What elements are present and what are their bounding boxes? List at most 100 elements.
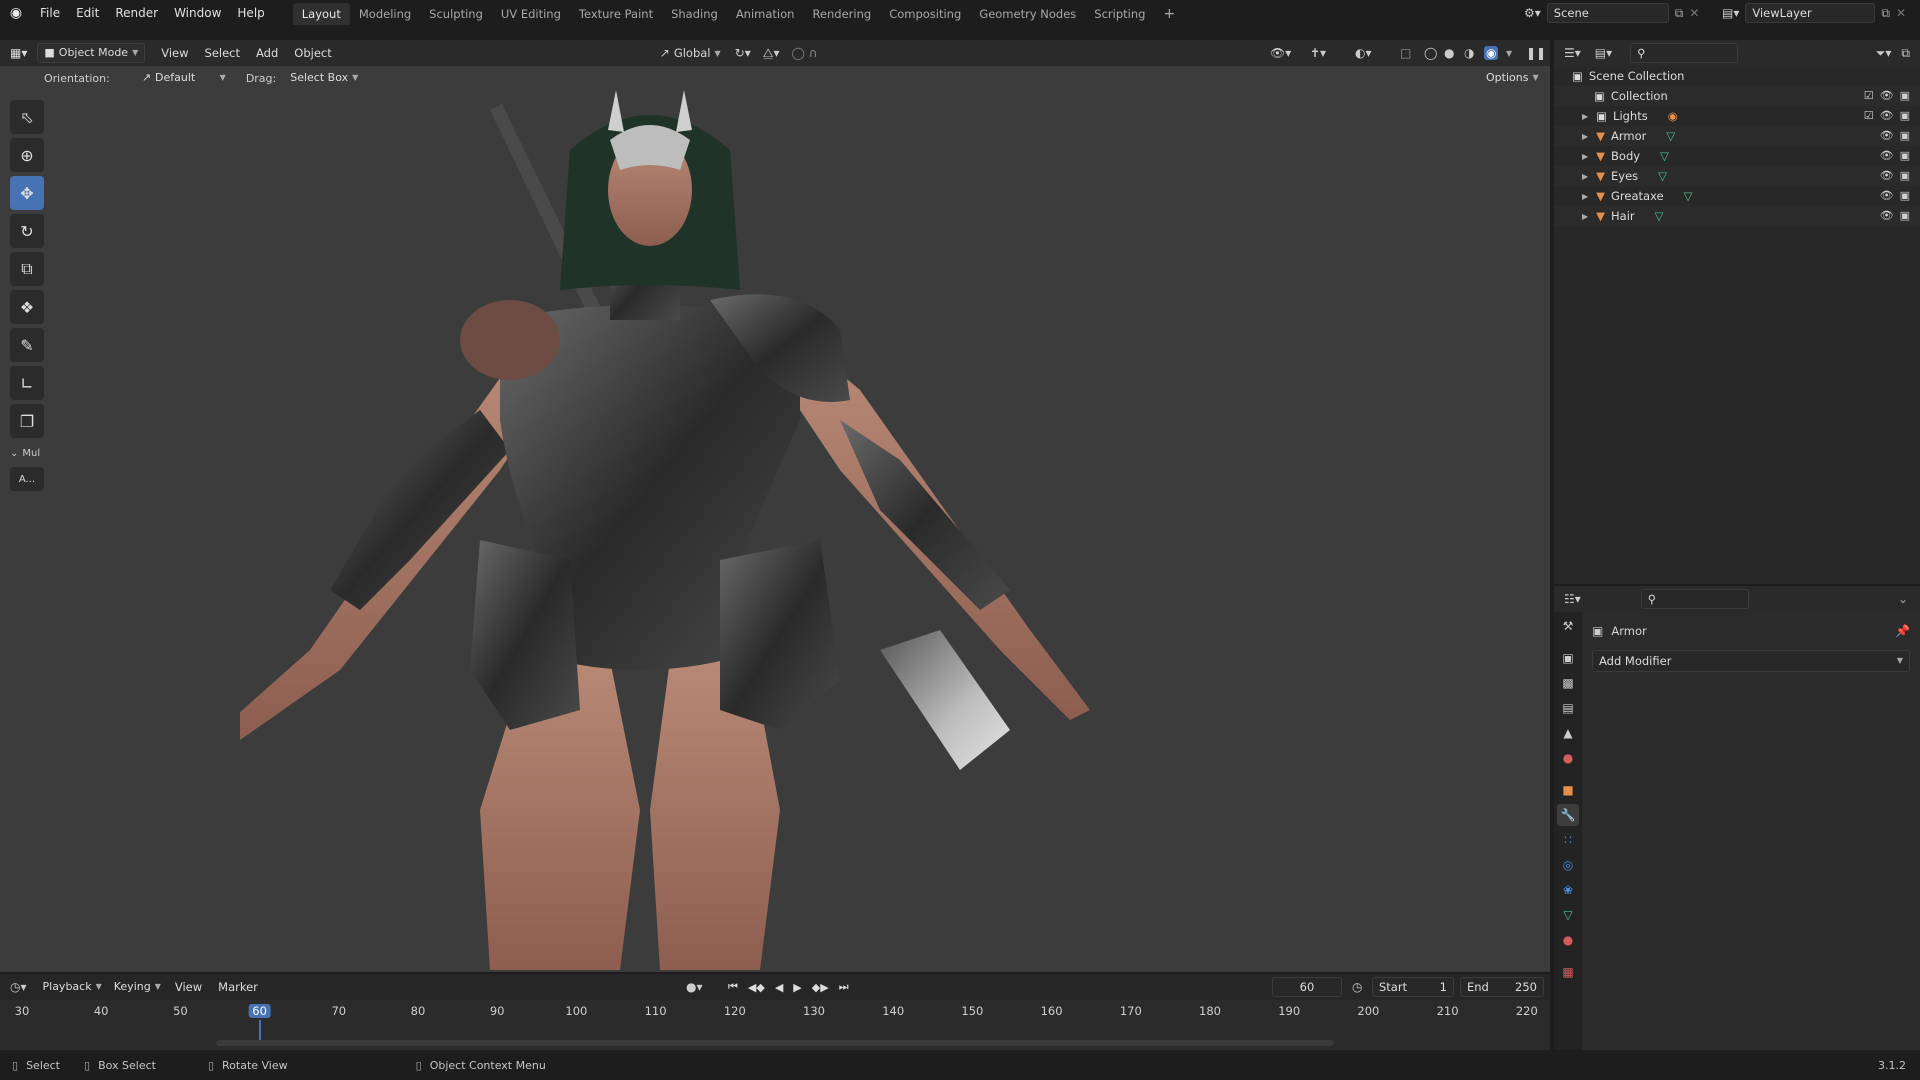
eye-icon[interactable]: 👁 — [1880, 149, 1894, 162]
rendered-shading-icon[interactable]: ◉ — [1484, 46, 1499, 60]
menu-window[interactable]: Window — [166, 0, 229, 26]
camera-icon[interactable]: ▣ — [1900, 209, 1910, 222]
camera-icon[interactable]: ▣ — [1900, 189, 1910, 202]
select-box-tool[interactable]: ⬁ — [10, 100, 44, 134]
tab-layout[interactable]: Layout — [292, 3, 350, 25]
next-keyframe-icon[interactable]: ◆▶ — [812, 981, 829, 994]
outliner-item-hair[interactable]: ▶ ▼ Hair ▽ 👁 ▣ — [1554, 206, 1920, 226]
tab-physics[interactable]: ◎ — [1557, 854, 1579, 876]
new-collection-icon[interactable]: ⧉ — [1901, 46, 1910, 61]
camera-icon[interactable]: ▣ — [1900, 89, 1910, 102]
display-mode-icon[interactable]: ▤▾ — [1595, 46, 1612, 60]
eye-icon[interactable]: 👁 — [1880, 209, 1894, 222]
annotate-tool[interactable]: ✎ — [10, 328, 44, 362]
wireframe-shading-icon[interactable]: ◯ — [1424, 46, 1437, 60]
material-shading-icon[interactable]: ◑ — [1464, 46, 1474, 60]
outliner-search-input[interactable]: ⚲ — [1630, 43, 1739, 63]
menu-file[interactable]: File — [32, 0, 68, 26]
visibility-icon[interactable]: 👁▾ — [1270, 46, 1291, 60]
eye-icon[interactable]: 👁 — [1880, 129, 1894, 142]
scale-tool[interactable]: ⧉ — [10, 252, 44, 286]
scene-icon[interactable]: ⚙▾ — [1524, 6, 1541, 20]
camera-icon[interactable]: ▣ — [1900, 109, 1910, 122]
timeline-panel[interactable]: ◷▾ Playback ▼ Keying ▼ View Marker ●▾ ⏮ ◀◆… — [0, 974, 1550, 1050]
clock-editor-icon[interactable]: ◷▾ — [10, 980, 27, 994]
pin-icon[interactable]: 📌 — [1895, 624, 1910, 638]
expand-arrow-icon[interactable]: ▶ — [1582, 192, 1588, 201]
checkbox-icon[interactable]: ☑ — [1864, 109, 1874, 122]
play-reverse-icon[interactable]: ◀ — [775, 981, 783, 994]
collapsed-panel[interactable]: ⌄ Mul — [10, 448, 46, 459]
marker-menu[interactable]: Marker — [210, 976, 266, 998]
tab-uv-editing[interactable]: UV Editing — [492, 3, 570, 25]
record-icon[interactable]: ●▾ — [686, 980, 703, 994]
remove-scene-icon[interactable]: ✕ — [1689, 6, 1699, 20]
tab-rendering[interactable]: Rendering — [803, 3, 880, 25]
tab-sculpting[interactable]: Sculpting — [420, 3, 492, 25]
remove-view-layer-icon[interactable]: ✕ — [1896, 6, 1906, 20]
camera-icon[interactable]: ▣ — [1900, 169, 1910, 182]
tab-object[interactable]: ■ — [1557, 779, 1579, 801]
properties-search-input[interactable]: ⚲ — [1640, 589, 1749, 609]
jump-end-icon[interactable]: ⏭ — [839, 980, 849, 994]
tab-world[interactable]: ● — [1557, 747, 1579, 769]
expand-arrow-icon[interactable]: ▶ — [1582, 172, 1588, 181]
tab-modifiers[interactable]: 🔧 — [1557, 804, 1579, 826]
move-tool[interactable]: ✥ — [10, 176, 44, 210]
tab-scene[interactable]: ▲ — [1557, 722, 1579, 744]
view-layer-field[interactable]: ViewLayer — [1745, 3, 1876, 23]
options-dropdown[interactable]: Options ▼ — [1480, 68, 1545, 88]
mode-dropdown[interactable]: ■ Object Mode ▼ — [37, 43, 146, 63]
scene-field[interactable]: Scene — [1546, 3, 1669, 23]
collection-row[interactable]: ▣ Collection ☑ 👁 ▣ — [1554, 86, 1920, 106]
tab-shading[interactable]: Shading — [662, 3, 727, 25]
shading-options-icon[interactable]: ▾ — [1506, 46, 1512, 60]
blender-logo-icon[interactable]: ◉ — [0, 5, 32, 21]
tab-particles[interactable]: ∷ — [1557, 829, 1579, 851]
outliner-editor-icon[interactable]: ☰▾ — [1564, 46, 1581, 60]
tab-modeling[interactable]: Modeling — [350, 3, 420, 25]
start-frame-field[interactable]: Start 1 — [1372, 977, 1454, 997]
end-frame-field[interactable]: End 250 — [1460, 977, 1544, 997]
play-icon[interactable]: ▶ — [793, 981, 801, 994]
overlay-icon[interactable]: ◐▾ — [1355, 46, 1372, 60]
select-menu[interactable]: Select — [197, 42, 248, 64]
menu-render[interactable]: Render — [107, 0, 166, 26]
menu-edit[interactable]: Edit — [68, 0, 107, 26]
add-modifier-dropdown[interactable]: Add Modifier ▼ — [1592, 650, 1910, 672]
add-cube-tool[interactable]: ❐ — [10, 404, 44, 438]
gizmo-icon[interactable]: ✝▾ — [1310, 46, 1326, 60]
tab-compositing[interactable]: Compositing — [880, 3, 970, 25]
measure-tool[interactable]: ∟ — [10, 366, 44, 400]
playback-menu[interactable]: Playback ▼ — [37, 977, 108, 997]
xray-icon[interactable]: □ — [1400, 46, 1411, 60]
tab-texture-paint[interactable]: Texture Paint — [570, 3, 662, 25]
camera-icon[interactable]: ▣ — [1900, 149, 1910, 162]
eye-icon[interactable]: 👁 — [1880, 189, 1894, 202]
outliner-item-armor[interactable]: ▶ ▼ Armor ▽ 👁 ▣ — [1554, 126, 1920, 146]
tab-geometry-nodes[interactable]: Geometry Nodes — [970, 3, 1085, 25]
tab-animation[interactable]: Animation — [727, 3, 804, 25]
new-view-layer-icon[interactable]: ⧉ — [1881, 6, 1890, 21]
object-menu[interactable]: Object — [286, 42, 339, 64]
tab-data[interactable]: ▽ — [1557, 904, 1579, 926]
tab-tool[interactable]: ⚒ — [1557, 615, 1579, 637]
view-menu[interactable]: View — [153, 42, 196, 64]
jump-start-icon[interactable]: ⏮ — [728, 980, 738, 994]
camera-icon[interactable]: ▣ — [1900, 129, 1910, 142]
expand-arrow-icon[interactable]: ▶ — [1582, 212, 1588, 221]
checkbox-icon[interactable]: ☑ — [1864, 89, 1874, 102]
rotate-tool[interactable]: ↻ — [10, 214, 44, 248]
current-frame-field[interactable]: 60 — [1272, 977, 1342, 997]
tab-render[interactable]: ▣ — [1557, 647, 1579, 669]
eye-icon[interactable]: 👁 — [1880, 89, 1894, 102]
outliner-item-greataxe[interactable]: ▶ ▼ Greataxe ▽ 👁 ▣ — [1554, 186, 1920, 206]
outliner-item-eyes[interactable]: ▶ ▼ Eyes ▽ 👁 ▣ — [1554, 166, 1920, 186]
snap-icon[interactable]: ⧋▾ — [763, 46, 780, 61]
expand-arrow-icon[interactable]: ▶ — [1582, 112, 1588, 121]
transform-tool[interactable]: ❖ — [10, 290, 44, 324]
menu-help[interactable]: Help — [229, 0, 272, 26]
new-scene-icon[interactable]: ⧉ — [1675, 6, 1684, 21]
tab-view-layer[interactable]: ▤ — [1557, 697, 1579, 719]
pause-render-icon[interactable]: ❚❚ — [1526, 46, 1546, 60]
